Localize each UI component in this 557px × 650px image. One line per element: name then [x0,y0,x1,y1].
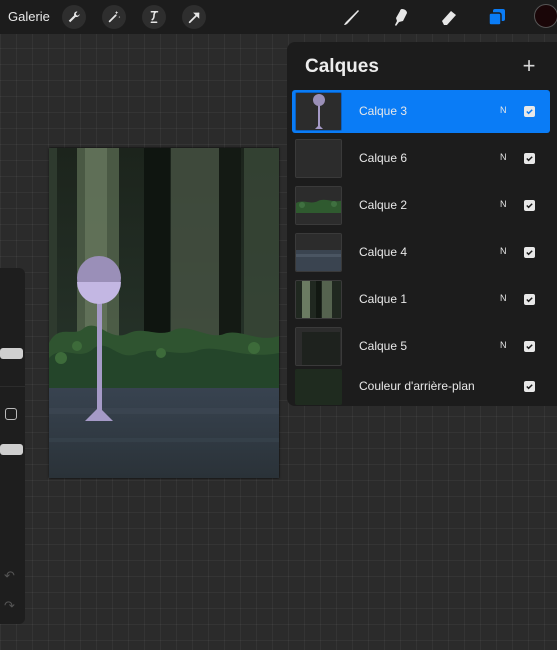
layer-thumbnail [295,186,342,225]
plus-icon[interactable]: + [517,55,541,79]
brush-size-slider[interactable] [0,348,23,359]
layer-row[interactable]: Calque 1 N [292,278,550,321]
visibility-checkbox[interactable] [524,200,535,211]
layer-row[interactable]: Calque 3 N [292,90,550,133]
layer-row[interactable]: Calque 2 N [292,184,550,227]
layer-thumbnail [295,92,342,131]
undo-icon[interactable]: ↶ [4,568,15,584]
layer-name: Calque 4 [359,245,408,259]
smudge-icon[interactable] [389,5,413,29]
visibility-checkbox[interactable] [524,341,535,352]
layers-icon[interactable] [485,5,509,29]
layer-name: Calque 1 [359,292,408,306]
blend-mode-button[interactable]: N [500,152,507,162]
layer-thumbnail [295,233,342,272]
magic-wand-icon[interactable] [102,5,126,29]
layer-thumbnail [295,139,342,178]
layer-row[interactable]: Calque 6 N [292,137,550,180]
transform-arrow-icon[interactable] [182,5,206,29]
redo-icon[interactable]: ↷ [4,598,15,614]
layers-panel-title: Calques [305,56,379,77]
sidebar-divider [0,386,25,387]
blend-mode-button[interactable]: N [500,105,507,115]
layer-name: Calque 3 [359,104,408,118]
drawing-canvas[interactable] [49,148,279,478]
layers-panel: Calques + Calque 3 N Calque 6 N Calque 2… [287,42,557,406]
layer-row[interactable]: Calque 5 N [292,325,550,368]
visibility-checkbox[interactable] [524,381,535,392]
top-toolbar: Galerie [0,0,557,34]
modify-button[interactable] [5,408,17,420]
layer-name: Calque 6 [359,151,408,165]
selection-icon[interactable] [142,5,166,29]
color-swatch[interactable] [534,4,557,28]
layer-row[interactable]: Calque 4 N [292,231,550,274]
brush-icon[interactable] [340,5,364,29]
visibility-checkbox[interactable] [524,247,535,258]
background-color-layer[interactable]: Couleur d'arrière-plan [292,367,550,407]
layer-name: Couleur d'arrière-plan [359,379,475,393]
visibility-checkbox[interactable] [524,106,535,117]
background-color-swatch [295,369,342,405]
opacity-slider[interactable] [0,444,23,455]
layer-thumbnail [295,327,342,366]
artwork-image [49,148,279,478]
wrench-icon[interactable] [62,5,86,29]
blend-mode-button[interactable]: N [500,340,507,350]
layer-thumbnail [295,280,342,319]
layer-name: Calque 5 [359,339,408,353]
gallery-button[interactable]: Galerie [8,9,50,24]
blend-mode-button[interactable]: N [500,199,507,209]
layer-name: Calque 2 [359,198,408,212]
blend-mode-button[interactable]: N [500,246,507,256]
blend-mode-button[interactable]: N [500,293,507,303]
visibility-checkbox[interactable] [524,294,535,305]
left-sidebar: ↶ ↷ [0,268,25,624]
eraser-icon[interactable] [437,5,461,29]
visibility-checkbox[interactable] [524,153,535,164]
